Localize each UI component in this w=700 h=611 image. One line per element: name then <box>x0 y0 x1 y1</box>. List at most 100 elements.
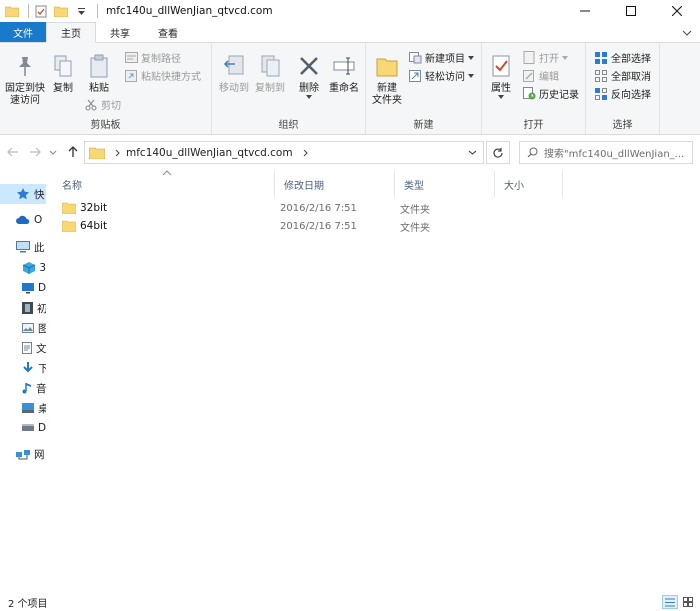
column-header-date[interactable]: 修改日期 <box>274 171 394 197</box>
large-icons-view-icon[interactable] <box>680 595 696 609</box>
nav-item-quick-access[interactable]: 快 <box>0 184 46 204</box>
copy-button[interactable]: 复制 <box>48 53 78 95</box>
paste-button[interactable]: 粘贴 <box>82 53 116 95</box>
new-item-button[interactable]: 新建项目 <box>408 49 474 66</box>
open-icon <box>522 51 536 65</box>
history-button[interactable]: 历史记录 <box>522 85 579 102</box>
ribbon: 固定到快 速访问 复制 粘贴 复制路径 粘贴快捷方式 剪切 剪贴板 移动到 复制… <box>0 43 700 135</box>
nav-item-local-disk[interactable]: D <box>0 418 46 438</box>
up-arrow-icon[interactable] <box>66 145 80 159</box>
breadcrumb-separator-icon[interactable] <box>115 149 120 157</box>
nav-item-label: 音 <box>36 382 46 395</box>
refresh-button[interactable] <box>486 141 510 164</box>
table-row[interactable]: 64bit 2016/2/16 7:51 文件夹 <box>52 217 564 235</box>
nav-item-this-pc[interactable]: 此 <box>0 237 46 257</box>
forward-arrow-icon[interactable] <box>28 145 42 159</box>
tab-home[interactable]: 主页 <box>46 22 96 43</box>
invert-selection-label: 反向选择 <box>611 90 651 101</box>
column-header-size[interactable]: 大小 <box>494 171 562 197</box>
nav-item-3d-objects[interactable]: 3 <box>0 258 46 278</box>
tab-view[interactable]: 查看 <box>144 22 192 42</box>
address-bar[interactable]: mfc140u_dllWenJian_qtvcd.com <box>84 141 484 164</box>
nav-item-videos[interactable]: 初 <box>0 298 46 318</box>
open-button[interactable]: 打开 <box>522 49 568 66</box>
nav-item-downloads[interactable]: 下 <box>0 358 46 378</box>
easy-access-label: 轻松访问 <box>425 72 465 83</box>
copy-to-button[interactable]: 复制到 <box>252 53 288 95</box>
expand-ribbon-icon[interactable] <box>680 26 694 40</box>
column-divider[interactable] <box>562 171 563 197</box>
copy-icon <box>51 53 75 79</box>
properties-label: 属性 <box>491 83 511 94</box>
cube-3d-icon <box>22 261 35 275</box>
nav-item-music[interactable]: 音 <box>0 378 46 398</box>
organize-group-label: 组织 <box>278 120 299 131</box>
nav-item-pictures[interactable]: 图 <box>0 318 46 338</box>
column-header-name[interactable]: 名称 <box>52 171 274 197</box>
customize-qat-icon[interactable] <box>73 3 89 19</box>
cut-label: 剪切 <box>101 101 121 112</box>
nav-item-label: 快 <box>34 188 45 201</box>
select-all-button[interactable]: 全部选择 <box>594 49 651 66</box>
title-bar: mfc140u_dllWenJian_qtvcd.com <box>0 0 700 22</box>
delete-button[interactable]: 删除 <box>294 53 324 99</box>
new-folder-big-icon <box>375 53 399 79</box>
properties-button[interactable]: 属性 <box>486 53 516 99</box>
nav-item-label: 图 <box>38 322 46 335</box>
details-view-icon[interactable] <box>662 595 678 609</box>
recent-locations-chevron-icon[interactable] <box>48 145 58 159</box>
close-button[interactable] <box>654 0 700 22</box>
nav-item-onedrive[interactable]: O <box>0 210 46 230</box>
file-name: 64bit <box>80 220 108 232</box>
nav-item-desktop[interactable]: 桌 <box>0 398 46 418</box>
copy-path-button[interactable]: 复制路径 <box>124 49 181 66</box>
column-header-type[interactable]: 类型 <box>394 171 494 197</box>
nav-item-desktop-pc[interactable]: D <box>0 278 46 298</box>
cut-button[interactable]: 剪切 <box>84 96 121 113</box>
music-note-icon <box>22 381 32 395</box>
move-to-button[interactable]: 移动到 <box>216 53 252 95</box>
app-folder-icon[interactable] <box>4 3 20 19</box>
clipboard-group-label: 剪贴板 <box>90 120 121 131</box>
minimize-button[interactable] <box>562 0 608 22</box>
breadcrumb-separator-icon[interactable] <box>303 149 308 157</box>
invert-selection-button[interactable]: 反向选择 <box>594 85 651 102</box>
breadcrumb-current[interactable]: mfc140u_dllWenJian_qtvcd.com <box>126 147 293 159</box>
nav-item-label: 此 <box>34 241 45 254</box>
search-box[interactable]: 搜索"mfc140u_dllWenJian_... <box>519 141 693 164</box>
search-placeholder: 搜索"mfc140u_dllWenJian_... <box>544 149 685 160</box>
rename-icon <box>332 53 356 79</box>
window-controls <box>562 0 700 22</box>
address-folder-icon <box>89 146 105 159</box>
new-folder-icon[interactable] <box>53 3 69 19</box>
properties-icon[interactable] <box>33 3 49 19</box>
network-icon <box>16 447 30 461</box>
paste-shortcut-icon <box>124 69 138 83</box>
nav-item-network[interactable]: 网 <box>0 444 46 464</box>
easy-access-icon <box>408 69 422 83</box>
properties-dropdown-icon[interactable] <box>498 95 504 99</box>
properties-big-icon <box>489 53 513 79</box>
pin-quick-access-button[interactable]: 固定到快 速访问 <box>4 53 46 107</box>
nav-item-label: 3 <box>39 262 46 274</box>
copy-to-icon <box>258 53 282 79</box>
new-folder-button[interactable]: 新建 文件夹 <box>370 53 404 107</box>
back-arrow-icon[interactable] <box>6 145 20 159</box>
nav-item-documents[interactable]: 文 <box>0 338 46 358</box>
select-none-button[interactable]: 全部取消 <box>594 67 651 84</box>
edit-button[interactable]: 编辑 <box>522 67 559 84</box>
tab-file[interactable]: 文件 <box>0 22 46 42</box>
tab-share[interactable]: 共享 <box>96 22 144 42</box>
table-row[interactable]: 32bit 2016/2/16 7:51 文件夹 <box>52 199 564 217</box>
new-item-dropdown-icon <box>468 55 474 60</box>
file-type: 文件夹 <box>400 204 430 216</box>
delete-dropdown-icon[interactable] <box>306 95 312 99</box>
maximize-button[interactable] <box>608 0 654 22</box>
file-name-cell: 32bit <box>62 202 107 214</box>
ribbon-tabs: 文件 主页 共享 查看 <box>0 22 700 43</box>
easy-access-button[interactable]: 轻松访问 <box>408 67 474 84</box>
address-dropdown-icon[interactable] <box>468 150 477 155</box>
open-group: 属性 打开 编辑 历史记录 打开 <box>482 43 586 135</box>
paste-shortcut-button[interactable]: 粘贴快捷方式 <box>124 67 201 84</box>
rename-button[interactable]: 重命名 <box>326 53 362 95</box>
